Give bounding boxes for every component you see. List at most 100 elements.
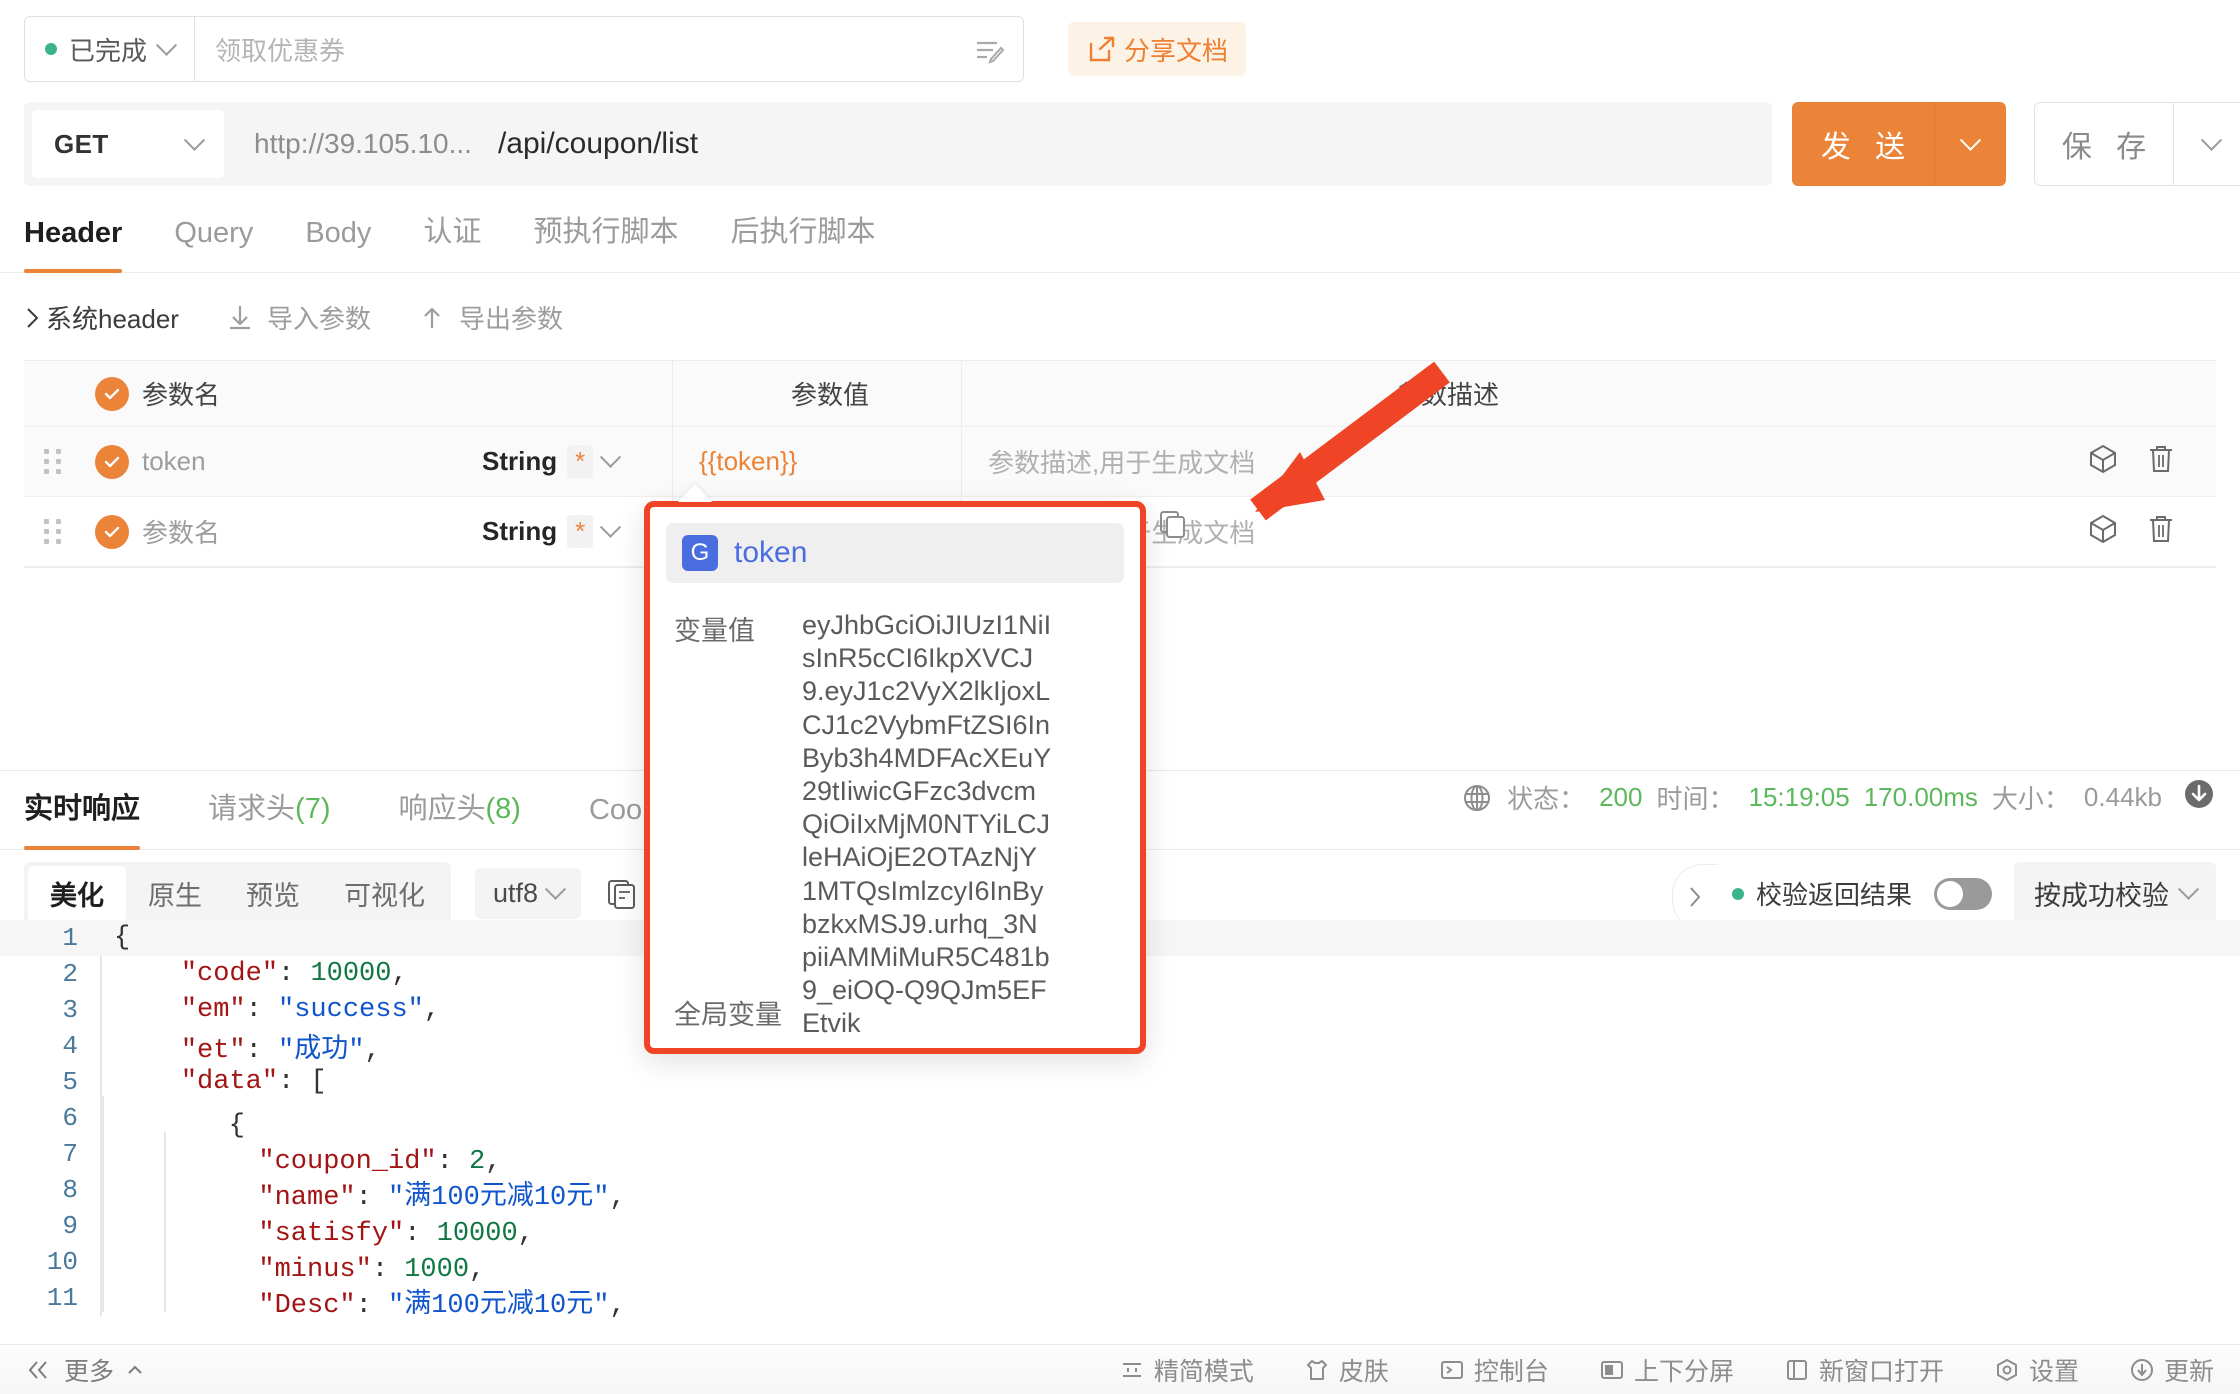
status-code-value: 200: [1599, 782, 1643, 812]
save-options-button[interactable]: [2174, 102, 2240, 186]
verify-mode-label: 按成功校验: [2034, 881, 2169, 911]
line-number: 2: [62, 959, 78, 989]
save-button-group: 保 存: [2034, 102, 2240, 186]
variable-popup-header: G token: [666, 523, 1124, 583]
verify-bar: 校验返回结果 按成功校验: [1671, 862, 2216, 930]
tab-realtime-response[interactable]: 实时响应: [24, 785, 174, 850]
send-options-button[interactable]: [1934, 102, 2006, 186]
tab-pre-script[interactable]: 预执行脚本: [507, 208, 704, 272]
download-response-icon[interactable]: [2182, 777, 2216, 818]
global-variable-badge-icon: G: [682, 535, 718, 571]
tab-request-headers[interactable]: 请求头(7): [174, 785, 364, 849]
drag-handle-icon: [43, 449, 63, 474]
send-button-group: 发 送: [1792, 102, 2006, 186]
row-drag-handle[interactable]: [24, 519, 82, 544]
system-header-toggle[interactable]: 系统header: [24, 299, 179, 336]
save-button[interactable]: 保 存: [2034, 102, 2174, 186]
row-param-desc[interactable]: 参数描述,用于生成文档: [962, 443, 2086, 480]
header-param-value: 参数值: [790, 380, 869, 410]
import-params-button[interactable]: 导入参数: [225, 299, 371, 336]
table-row[interactable]: token String * {{token}} 参数描述,用于生成文档: [24, 427, 2216, 497]
http-method-label: GET: [54, 128, 109, 159]
response-status-strip: 状态： 200 时间： 15:19:05 170.00ms 大小： 0.44kb: [1461, 777, 2216, 818]
select-all-checkbox[interactable]: [82, 376, 142, 411]
double-chevron-left-icon: [28, 1360, 47, 1379]
format-beautify[interactable]: 美化: [28, 866, 126, 921]
new-window-button[interactable]: 新窗口打开: [1784, 1352, 1944, 1388]
variable-name: token: [734, 536, 808, 569]
row-param-value[interactable]: {{token}}: [673, 446, 961, 477]
chevron-right-icon: [1690, 887, 1701, 907]
settings-button[interactable]: 设置: [1994, 1352, 2079, 1388]
console-button[interactable]: 控制台: [1439, 1352, 1549, 1388]
status-dropdown[interactable]: 已完成: [24, 16, 195, 82]
param-subactions: 系统header 导入参数 导出参数: [0, 273, 2240, 356]
verify-result-label: 校验返回结果: [1755, 880, 1912, 910]
row-param-name[interactable]: 参数名: [142, 513, 482, 550]
http-method-dropdown[interactable]: GET: [32, 110, 224, 178]
tab-post-script[interactable]: 后执行脚本: [704, 208, 901, 272]
verify-result-toggle[interactable]: [1934, 877, 1992, 910]
settings-label: 设置: [2028, 1357, 2079, 1386]
url-path[interactable]: /api/coupon/list: [498, 127, 698, 161]
share-doc-button[interactable]: 分享文档: [1068, 22, 1247, 76]
copy-variable-icon[interactable]: [1158, 509, 1188, 544]
export-icon: [424, 307, 440, 328]
encoding-label: utf8: [493, 878, 539, 908]
url-bar: GET http://39.105.10... /api/coupon/list…: [0, 90, 2240, 186]
tab-body[interactable]: Body: [279, 217, 397, 272]
split-screen-button[interactable]: 上下分屏: [1599, 1352, 1734, 1388]
tab-auth[interactable]: 认证: [397, 208, 507, 272]
check-icon: [95, 444, 129, 479]
export-params-label: 导出参数: [458, 304, 563, 334]
mock-cube-icon[interactable]: [2086, 442, 2120, 481]
row-checkbox[interactable]: [82, 444, 142, 479]
variable-value-label: 变量值: [674, 616, 755, 646]
split-screen-icon: [1600, 1360, 1623, 1379]
format-raw[interactable]: 原生: [126, 866, 224, 921]
line-number: 3: [62, 995, 78, 1025]
settings-icon: [1996, 1358, 2017, 1381]
compact-mode-icon: [1122, 1362, 1141, 1377]
delete-row-icon[interactable]: [2146, 512, 2176, 551]
more-button[interactable]: 更多: [26, 1352, 144, 1388]
import-icon: [229, 305, 250, 329]
edit-description-icon[interactable]: [975, 37, 1005, 70]
more-label: 更多: [64, 1357, 115, 1386]
code-line: 5 "data": [: [0, 1064, 2240, 1100]
code-text: "code": 10000,: [180, 959, 408, 989]
row-param-name[interactable]: token: [142, 446, 482, 477]
row-actions: [2086, 442, 2216, 481]
compact-mode-button[interactable]: 精简模式: [1119, 1352, 1254, 1388]
format-preview[interactable]: 预览: [224, 866, 322, 921]
mock-cube-icon[interactable]: [2086, 512, 2120, 551]
export-params-button[interactable]: 导出参数: [417, 299, 563, 336]
skin-button[interactable]: 皮肤: [1304, 1352, 1389, 1388]
tab-count: (7): [295, 793, 331, 825]
update-button[interactable]: 更新: [2129, 1352, 2214, 1388]
line-number: 4: [62, 1031, 78, 1061]
tab-response-headers[interactable]: 响应头(8): [364, 785, 554, 849]
format-visualize[interactable]: 可视化: [322, 866, 447, 921]
delete-row-icon[interactable]: [2146, 442, 2176, 481]
tab-query[interactable]: Query: [148, 217, 279, 272]
url-host[interactable]: http://39.105.10...: [254, 128, 472, 160]
api-name-input[interactable]: 领取优惠券: [194, 16, 1025, 82]
compact-mode-label: 精简模式: [1153, 1357, 1254, 1386]
chevron-down-icon: [155, 34, 178, 56]
line-number: 10: [46, 1247, 78, 1277]
tab-header[interactable]: Header: [24, 217, 148, 273]
row-checkbox[interactable]: [82, 514, 142, 549]
size-value: 0.44kb: [2083, 782, 2162, 812]
send-button[interactable]: 发 送: [1792, 102, 1934, 186]
line-number: 1: [62, 923, 78, 953]
format-segment-control: 美化 原生 预览 可视化: [24, 862, 451, 925]
copy-response-button[interactable]: [605, 877, 639, 911]
code-text: "Desc": "满100元减10元",: [102, 1275, 626, 1321]
row-drag-handle[interactable]: [24, 449, 82, 474]
verify-mode-dropdown[interactable]: 按成功校验: [2014, 862, 2216, 925]
row-param-type[interactable]: String *: [482, 445, 672, 478]
encoding-dropdown[interactable]: utf8: [475, 868, 582, 919]
size-label: 大小：: [1991, 784, 2070, 814]
chevron-right-icon: [27, 307, 39, 328]
